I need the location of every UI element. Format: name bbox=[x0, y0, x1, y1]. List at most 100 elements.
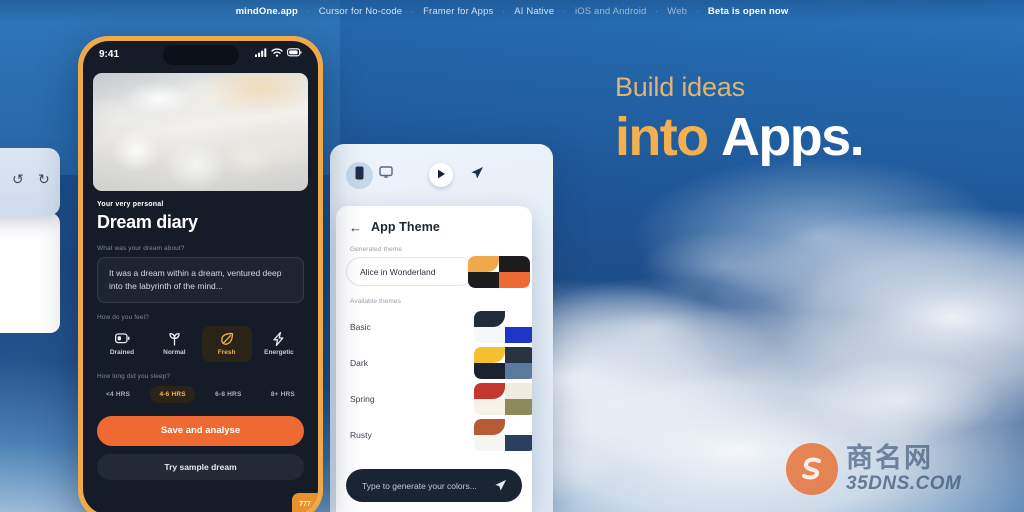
mood-option-normal[interactable]: Normal bbox=[149, 326, 199, 362]
theme-prompt-input[interactable]: Type to generate your colors... bbox=[346, 469, 522, 502]
toolbar-send-button[interactable] bbox=[464, 162, 490, 189]
swatch-color bbox=[505, 311, 532, 327]
swatch-color bbox=[468, 256, 499, 272]
theme-name: Rusty bbox=[350, 430, 372, 440]
desktop-monitor-icon bbox=[379, 166, 393, 184]
nav-item-framer-for-apps[interactable]: Framer for Apps bbox=[423, 6, 493, 17]
swatch-color bbox=[474, 383, 505, 399]
arrow-left-icon[interactable]: ← bbox=[349, 221, 362, 234]
nav-separator: · bbox=[306, 6, 310, 16]
sleep-duration-selector: <4 HRS 4-6 HRS 6-8 HRS 8+ HRS bbox=[97, 385, 304, 403]
nav-item-cursor-for-no-code[interactable]: Cursor for No-code bbox=[319, 6, 402, 17]
dream-text-input[interactable]: It was a dream within a dream, ventured … bbox=[97, 257, 304, 303]
theme-swatch[interactable] bbox=[474, 311, 532, 343]
swatch-color bbox=[474, 311, 505, 327]
hero-headline: Build ideas into Apps. bbox=[615, 74, 865, 167]
swatch-color bbox=[505, 347, 532, 363]
nav-item-beta-is-open-now[interactable]: Beta is open now bbox=[708, 6, 789, 17]
brand-circle-icon bbox=[786, 443, 838, 495]
theme-swatch[interactable] bbox=[474, 347, 532, 379]
nav-item-brand[interactable]: mindOne.app bbox=[236, 6, 298, 17]
nav-separator: · bbox=[655, 6, 659, 16]
app-theme-header: ← App Theme bbox=[336, 206, 532, 234]
swatch-color bbox=[468, 272, 499, 288]
mood-label: Energetic bbox=[264, 348, 294, 356]
available-themes-label: Available themes bbox=[350, 298, 401, 305]
swatch-color bbox=[505, 419, 532, 435]
mood-option-energetic[interactable]: Energetic bbox=[254, 326, 304, 362]
toolbar-play-button[interactable] bbox=[429, 163, 453, 187]
available-themes-list: Basic Dark Spring Rusty bbox=[336, 309, 532, 453]
theme-swatch[interactable] bbox=[474, 383, 532, 415]
nav-separator: · bbox=[563, 6, 566, 16]
send-paper-plane-icon[interactable] bbox=[494, 479, 507, 492]
mood-option-fresh[interactable]: Fresh bbox=[201, 325, 252, 362]
theme-name: Basic bbox=[350, 322, 371, 332]
sprout-icon bbox=[168, 332, 181, 346]
phone-screen: 9:41 Your very personal Dream diary What… bbox=[83, 41, 318, 512]
leaf-icon bbox=[220, 332, 234, 346]
headline-accent-word: into bbox=[615, 107, 709, 167]
swatch-color bbox=[505, 435, 532, 451]
swatch-color bbox=[474, 327, 505, 343]
theme-list-item[interactable]: Dark bbox=[350, 345, 532, 381]
nav-separator: · bbox=[502, 6, 506, 16]
save-and-analyse-button[interactable]: Save and analyse bbox=[97, 415, 304, 446]
nav-item-web[interactable]: Web bbox=[667, 6, 687, 17]
dream-kicker: Your very personal bbox=[97, 201, 164, 208]
sleep-option[interactable]: 6-8 HRS bbox=[206, 386, 250, 403]
dream-question-label: What was your dream about? bbox=[97, 245, 185, 252]
generated-theme-input[interactable]: Alice in Wonderland bbox=[346, 257, 474, 286]
builder-toolbar bbox=[338, 156, 543, 194]
mood-label: Normal bbox=[163, 348, 186, 356]
screenshot-root: mindOne.app · Cursor for No-code · Frame… bbox=[0, 0, 1024, 512]
swatch-color bbox=[505, 327, 532, 343]
lightning-bolt-icon bbox=[273, 331, 284, 346]
nav-separator: · bbox=[411, 6, 415, 16]
swatch-color bbox=[474, 347, 505, 363]
toolbar-desktop-view-button[interactable] bbox=[373, 162, 399, 189]
watermark-text: 商名网 35DNS.COM bbox=[846, 445, 962, 494]
undo-arrow-icon[interactable]: ↺ bbox=[12, 172, 24, 186]
battery-low-icon bbox=[114, 332, 130, 346]
phone-status-bar: 9:41 bbox=[83, 41, 318, 67]
mood-option-drained[interactable]: Drained bbox=[97, 326, 147, 362]
swatch-color bbox=[505, 383, 532, 399]
watermark: 商名网 35DNS.COM bbox=[786, 443, 961, 495]
toolbar-mobile-view-button[interactable] bbox=[346, 161, 373, 189]
sleep-question-label: How long did you sleep? bbox=[97, 372, 171, 380]
nav-item-ios-and-android[interactable]: iOS and Android bbox=[575, 6, 646, 17]
generated-theme-swatch[interactable] bbox=[468, 256, 530, 288]
try-sample-dream-button[interactable]: Try sample dream bbox=[97, 453, 304, 480]
theme-name: Dark bbox=[350, 358, 368, 368]
top-navigation-bar: mindOne.app · Cursor for No-code · Frame… bbox=[0, 0, 1024, 22]
redo-arrow-icon[interactable]: ↻ bbox=[38, 172, 50, 186]
theme-swatch[interactable] bbox=[474, 419, 532, 451]
generated-theme-label: Generated theme bbox=[350, 246, 403, 253]
sleep-option[interactable]: 8+ HRS bbox=[262, 386, 304, 403]
app-theme-panel: ← App Theme Generated theme Alice in Won… bbox=[336, 206, 532, 512]
phone-mockup: 9:41 Your very personal Dream diary What… bbox=[78, 36, 323, 512]
swatch-color bbox=[499, 272, 530, 288]
swatch-color bbox=[499, 256, 530, 272]
left-white-panel bbox=[0, 213, 60, 333]
nav-item-ai-native[interactable]: AI Native bbox=[514, 6, 554, 17]
play-icon bbox=[437, 166, 446, 184]
nav-separator: · bbox=[696, 6, 699, 16]
sleep-option[interactable]: <4 HRS bbox=[97, 386, 139, 403]
theme-list-item[interactable]: Rusty bbox=[350, 417, 532, 453]
wifi-icon bbox=[271, 48, 283, 60]
feel-question-label: How do you feel? bbox=[97, 313, 149, 321]
app-theme-title: App Theme bbox=[371, 220, 440, 234]
mood-label: Drained bbox=[109, 348, 135, 356]
sleep-option[interactable]: 4-6 HRS bbox=[150, 385, 195, 403]
phone-corner-badge[interactable]: 777 bbox=[292, 493, 318, 512]
mobile-device-icon bbox=[355, 166, 364, 185]
swatch-color bbox=[474, 435, 505, 451]
theme-list-item[interactable]: Spring bbox=[350, 381, 532, 417]
status-time: 9:41 bbox=[99, 48, 120, 60]
watermark-en-text: 35DNS.COM bbox=[846, 473, 962, 494]
theme-list-item[interactable]: Basic bbox=[350, 309, 532, 345]
swatch-color bbox=[505, 399, 532, 415]
swatch-color bbox=[474, 399, 505, 415]
